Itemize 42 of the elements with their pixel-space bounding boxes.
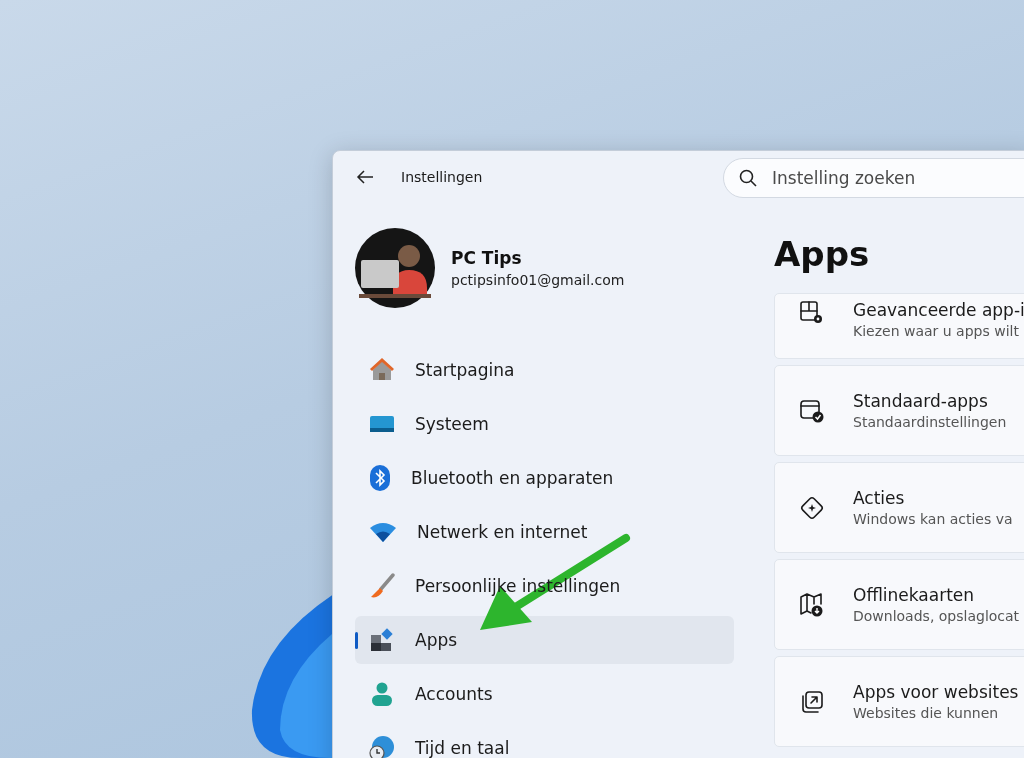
sidebar-item[interactable]: Netwerk en internet bbox=[355, 508, 734, 556]
house-icon bbox=[369, 357, 395, 383]
sidebar-item[interactable]: Tijd en taal bbox=[355, 724, 734, 758]
card-description: Downloads, opslaglocat bbox=[853, 608, 1020, 624]
settings-card[interactable]: Offlinekaarten Downloads, opslaglocat bbox=[774, 559, 1024, 650]
card-title: Standaard-apps bbox=[853, 391, 989, 411]
card-description: Kiezen waar u apps wilt bbox=[853, 323, 1020, 339]
avatar-icon bbox=[355, 228, 435, 308]
wifi-icon bbox=[369, 521, 397, 543]
apps-icon bbox=[369, 627, 395, 653]
card-title: Acties bbox=[853, 488, 906, 508]
profile-name: PC Tips bbox=[451, 248, 523, 268]
person-icon bbox=[369, 681, 395, 707]
brush-icon bbox=[369, 573, 395, 599]
sidebar-item[interactable]: Accounts bbox=[355, 670, 734, 718]
settings-card[interactable]: Apps voor websites Websites die kunnen bbox=[774, 656, 1024, 747]
settings-card[interactable]: Acties Windows kan acties va bbox=[774, 462, 1024, 553]
sidebar-item[interactable]: Apps bbox=[355, 616, 734, 664]
monitor-icon bbox=[369, 413, 395, 435]
selection-indicator bbox=[355, 632, 358, 649]
settings-card[interactable]: Standaard-apps Standaardinstellingen bbox=[774, 365, 1024, 456]
sidebar-item[interactable]: Startpagina bbox=[355, 346, 734, 394]
card-title: Offlinekaarten bbox=[853, 585, 976, 605]
diamond-sparkle-icon bbox=[799, 494, 825, 521]
search-field[interactable]: Instelling zoeken bbox=[723, 158, 1024, 198]
window-title: Instellingen bbox=[401, 169, 483, 185]
layout-gear-icon bbox=[799, 300, 825, 326]
profile-email: pctipsinfo01@gmail.com bbox=[451, 272, 625, 288]
card-title: Geavanceerde app-i bbox=[853, 300, 1024, 320]
page-title: Apps bbox=[774, 234, 871, 274]
sidebar-item[interactable]: Bluetooth en apparaten bbox=[355, 454, 734, 502]
card-title: Apps voor websites bbox=[853, 682, 1019, 702]
card-description: Windows kan acties va bbox=[853, 511, 1013, 527]
bluetooth-icon bbox=[369, 464, 391, 492]
open-external-icon bbox=[799, 688, 825, 715]
card-description: Standaardinstellingen bbox=[853, 414, 1007, 430]
settings-card[interactable]: Geavanceerde app-i Kiezen waar u apps wilt bbox=[774, 293, 1024, 359]
window-check-icon bbox=[799, 397, 825, 424]
card-description: Websites die kunnen bbox=[853, 705, 1000, 721]
back-arrow-icon bbox=[356, 169, 374, 185]
sidebar-item[interactable]: Systeem bbox=[355, 400, 734, 448]
map-download-icon bbox=[799, 591, 825, 618]
